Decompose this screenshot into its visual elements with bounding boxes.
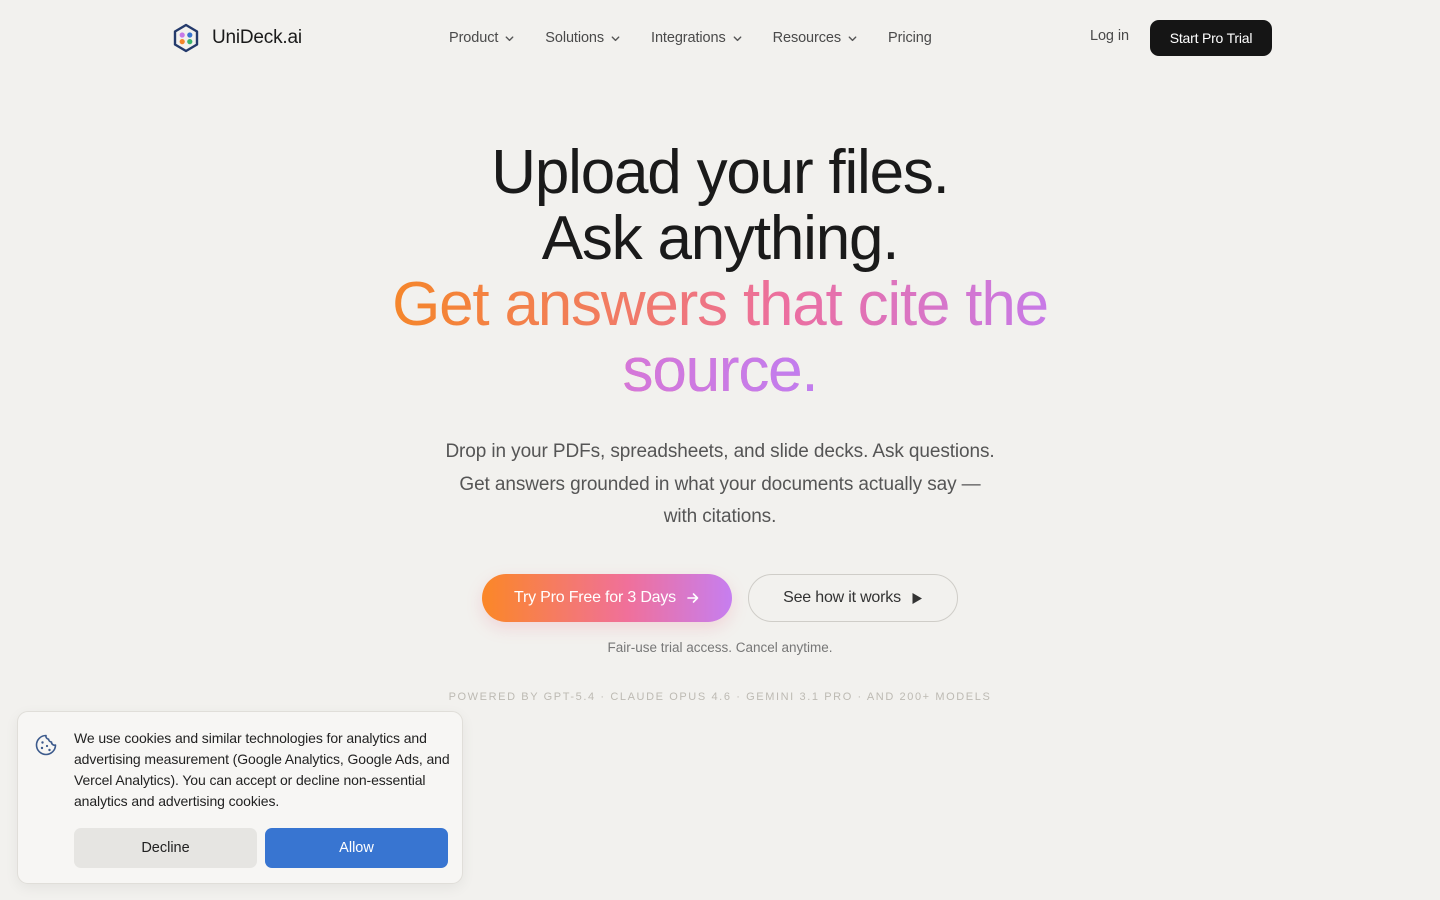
allow-cookies-button[interactable]: Allow (265, 828, 448, 868)
nav-item-label: Pricing (888, 30, 932, 46)
cookie-icon (34, 733, 58, 757)
see-how-it-works-label: See how it works (783, 589, 901, 606)
hero-subtitle: Drop in your PDFs, spreadsheets, and sli… (420, 436, 1020, 534)
nav-item-integrations[interactable]: Integrations (636, 30, 758, 46)
hexagon-dots-logo-icon (172, 23, 200, 53)
play-icon (912, 592, 922, 604)
try-pro-free-button[interactable]: Try Pro Free for 3 Days (482, 574, 732, 622)
brand-name: UniDeck.ai (212, 27, 302, 48)
top-nav: UniDeck.ai Product Solutions Integration… (0, 0, 1440, 76)
brand-logo-link[interactable]: UniDeck.ai (172, 22, 302, 54)
nav-item-label: Integrations (651, 30, 726, 46)
chevron-down-icon (848, 35, 857, 41)
primary-nav: Product Solutions Integrations Resources… (434, 26, 947, 50)
hero-line-1: Upload your files. (491, 138, 950, 207)
hero-gradient-line: Get answers that cite the source. (390, 272, 1050, 404)
cookie-consent-text: We use cookies and similar technologies … (74, 730, 450, 809)
hero-gradient-line-a: Get answers that cite the (392, 270, 1048, 339)
hero-line-2: Ask anything. (541, 204, 900, 273)
nav-item-label: Solutions (545, 30, 605, 46)
powered-by-models: POWERED BY GPT-5.4 · CLAUDE OPUS 4.6 · G… (448, 691, 992, 703)
start-pro-trial-button[interactable]: Start Pro Trial (1150, 20, 1272, 56)
nav-item-pricing[interactable]: Pricing (873, 30, 947, 46)
nav-item-label: Resources (772, 30, 842, 46)
arrow-right-icon (687, 593, 699, 603)
landing-page: UniDeck.ai Product Solutions Integration… (0, 0, 1440, 900)
try-pro-free-label: Try Pro Free for 3 Days (514, 589, 676, 606)
hero-subtitle-line-3: with citations. (663, 506, 777, 527)
decline-cookies-button[interactable]: Decline (74, 828, 257, 868)
hero-gradient-line-b: source. (622, 336, 819, 405)
nav-item-product[interactable]: Product (434, 30, 530, 46)
chevron-down-icon (733, 35, 742, 41)
nav-item-solutions[interactable]: Solutions (530, 30, 636, 46)
see-how-it-works-button[interactable]: See how it works (748, 574, 958, 622)
hero-heading: Upload your files. Ask anything. Get ans… (0, 140, 1440, 404)
hero-subtitle-line-1: Drop in your PDFs, spreadsheets, and sli… (445, 441, 995, 462)
trial-fine-print: Fair-use trial access. Cancel anytime. (607, 640, 833, 655)
login-link[interactable]: Log in (1090, 28, 1129, 44)
chevron-down-icon (505, 35, 514, 41)
nav-item-label: Product (449, 30, 499, 46)
hero-subtitle-line-2: Get answers grounded in what your docume… (459, 473, 981, 495)
nav-item-resources[interactable]: Resources (758, 30, 873, 46)
chevron-down-icon (611, 35, 620, 41)
cookie-consent-banner: We use cookies and similar technologies … (17, 711, 463, 884)
